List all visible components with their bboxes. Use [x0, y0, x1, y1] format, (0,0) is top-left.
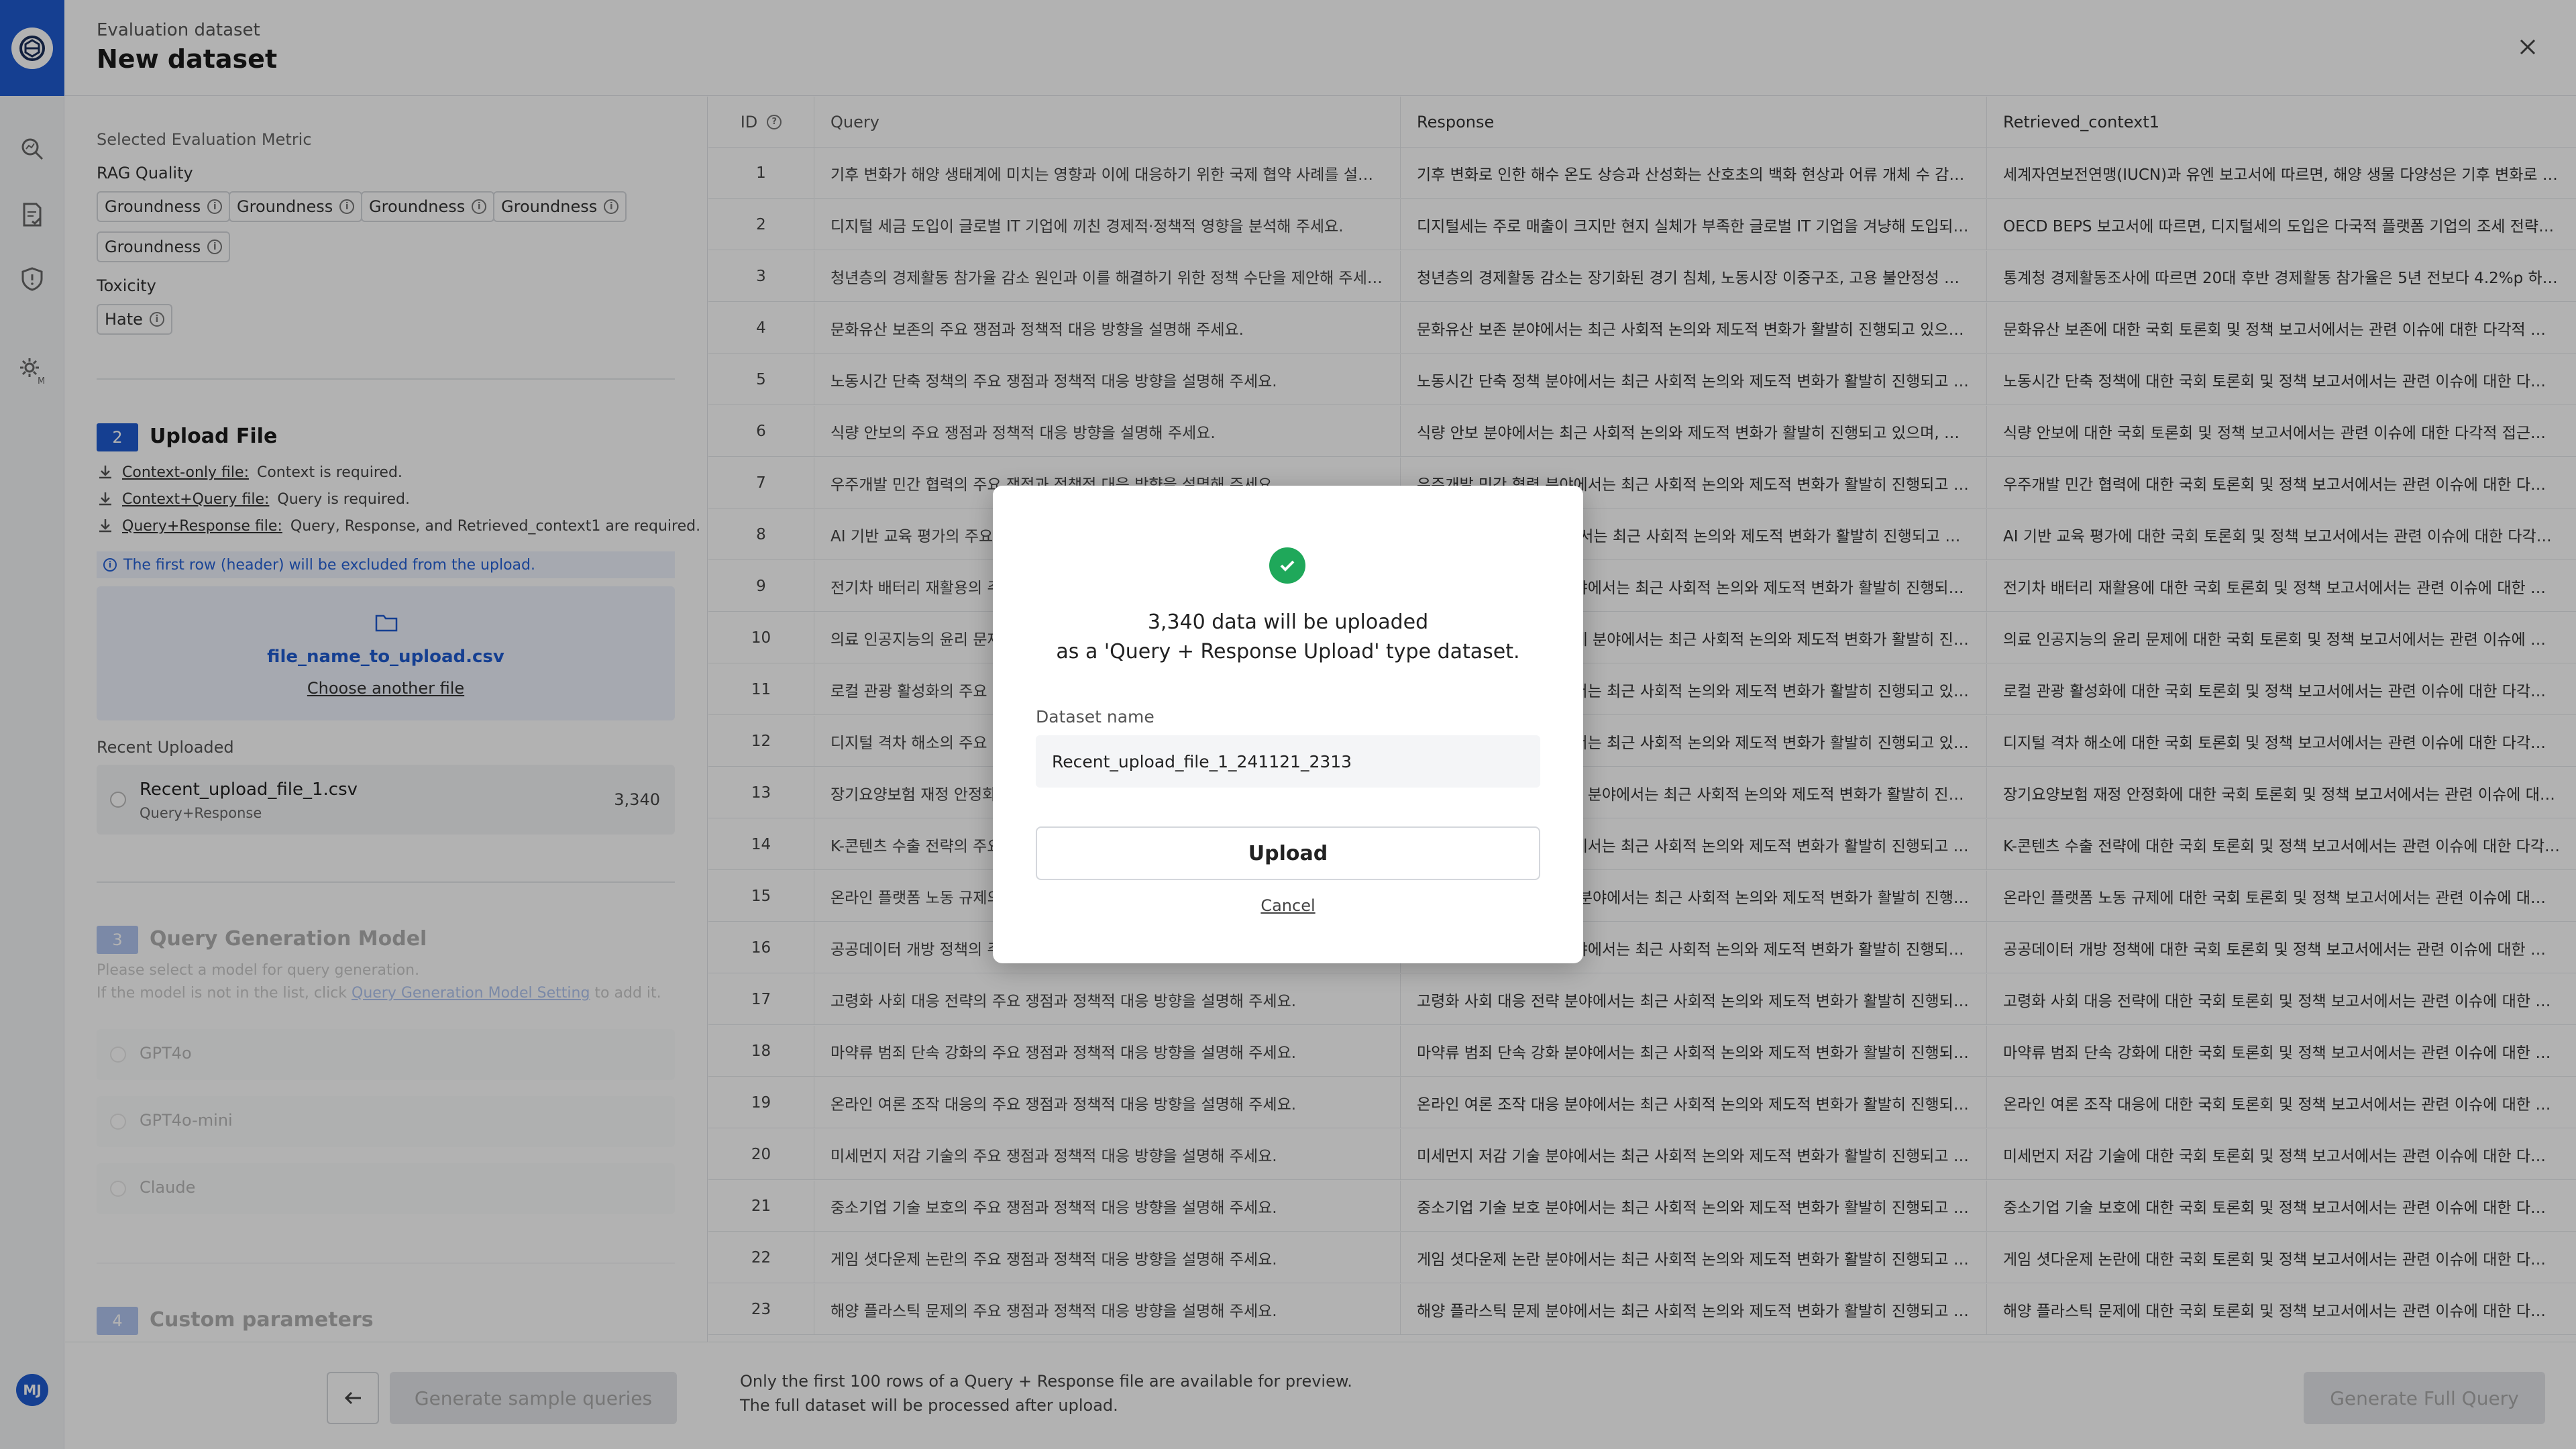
dataset-name-label: Dataset name: [1036, 707, 1155, 727]
cancel-link[interactable]: Cancel: [993, 896, 1583, 915]
upload-count-message: 3,340 data will be uploaded: [1147, 610, 1429, 634]
upload-button[interactable]: Upload: [1036, 826, 1540, 880]
upload-confirm-dialog: 3,340 data will be uploaded as a 'Query …: [993, 486, 1583, 963]
success-check-icon: [1269, 547, 1305, 584]
upload-type-message: as a 'Query + Response Upload' type data…: [1056, 640, 1520, 663]
dataset-name-input[interactable]: [1036, 735, 1540, 788]
